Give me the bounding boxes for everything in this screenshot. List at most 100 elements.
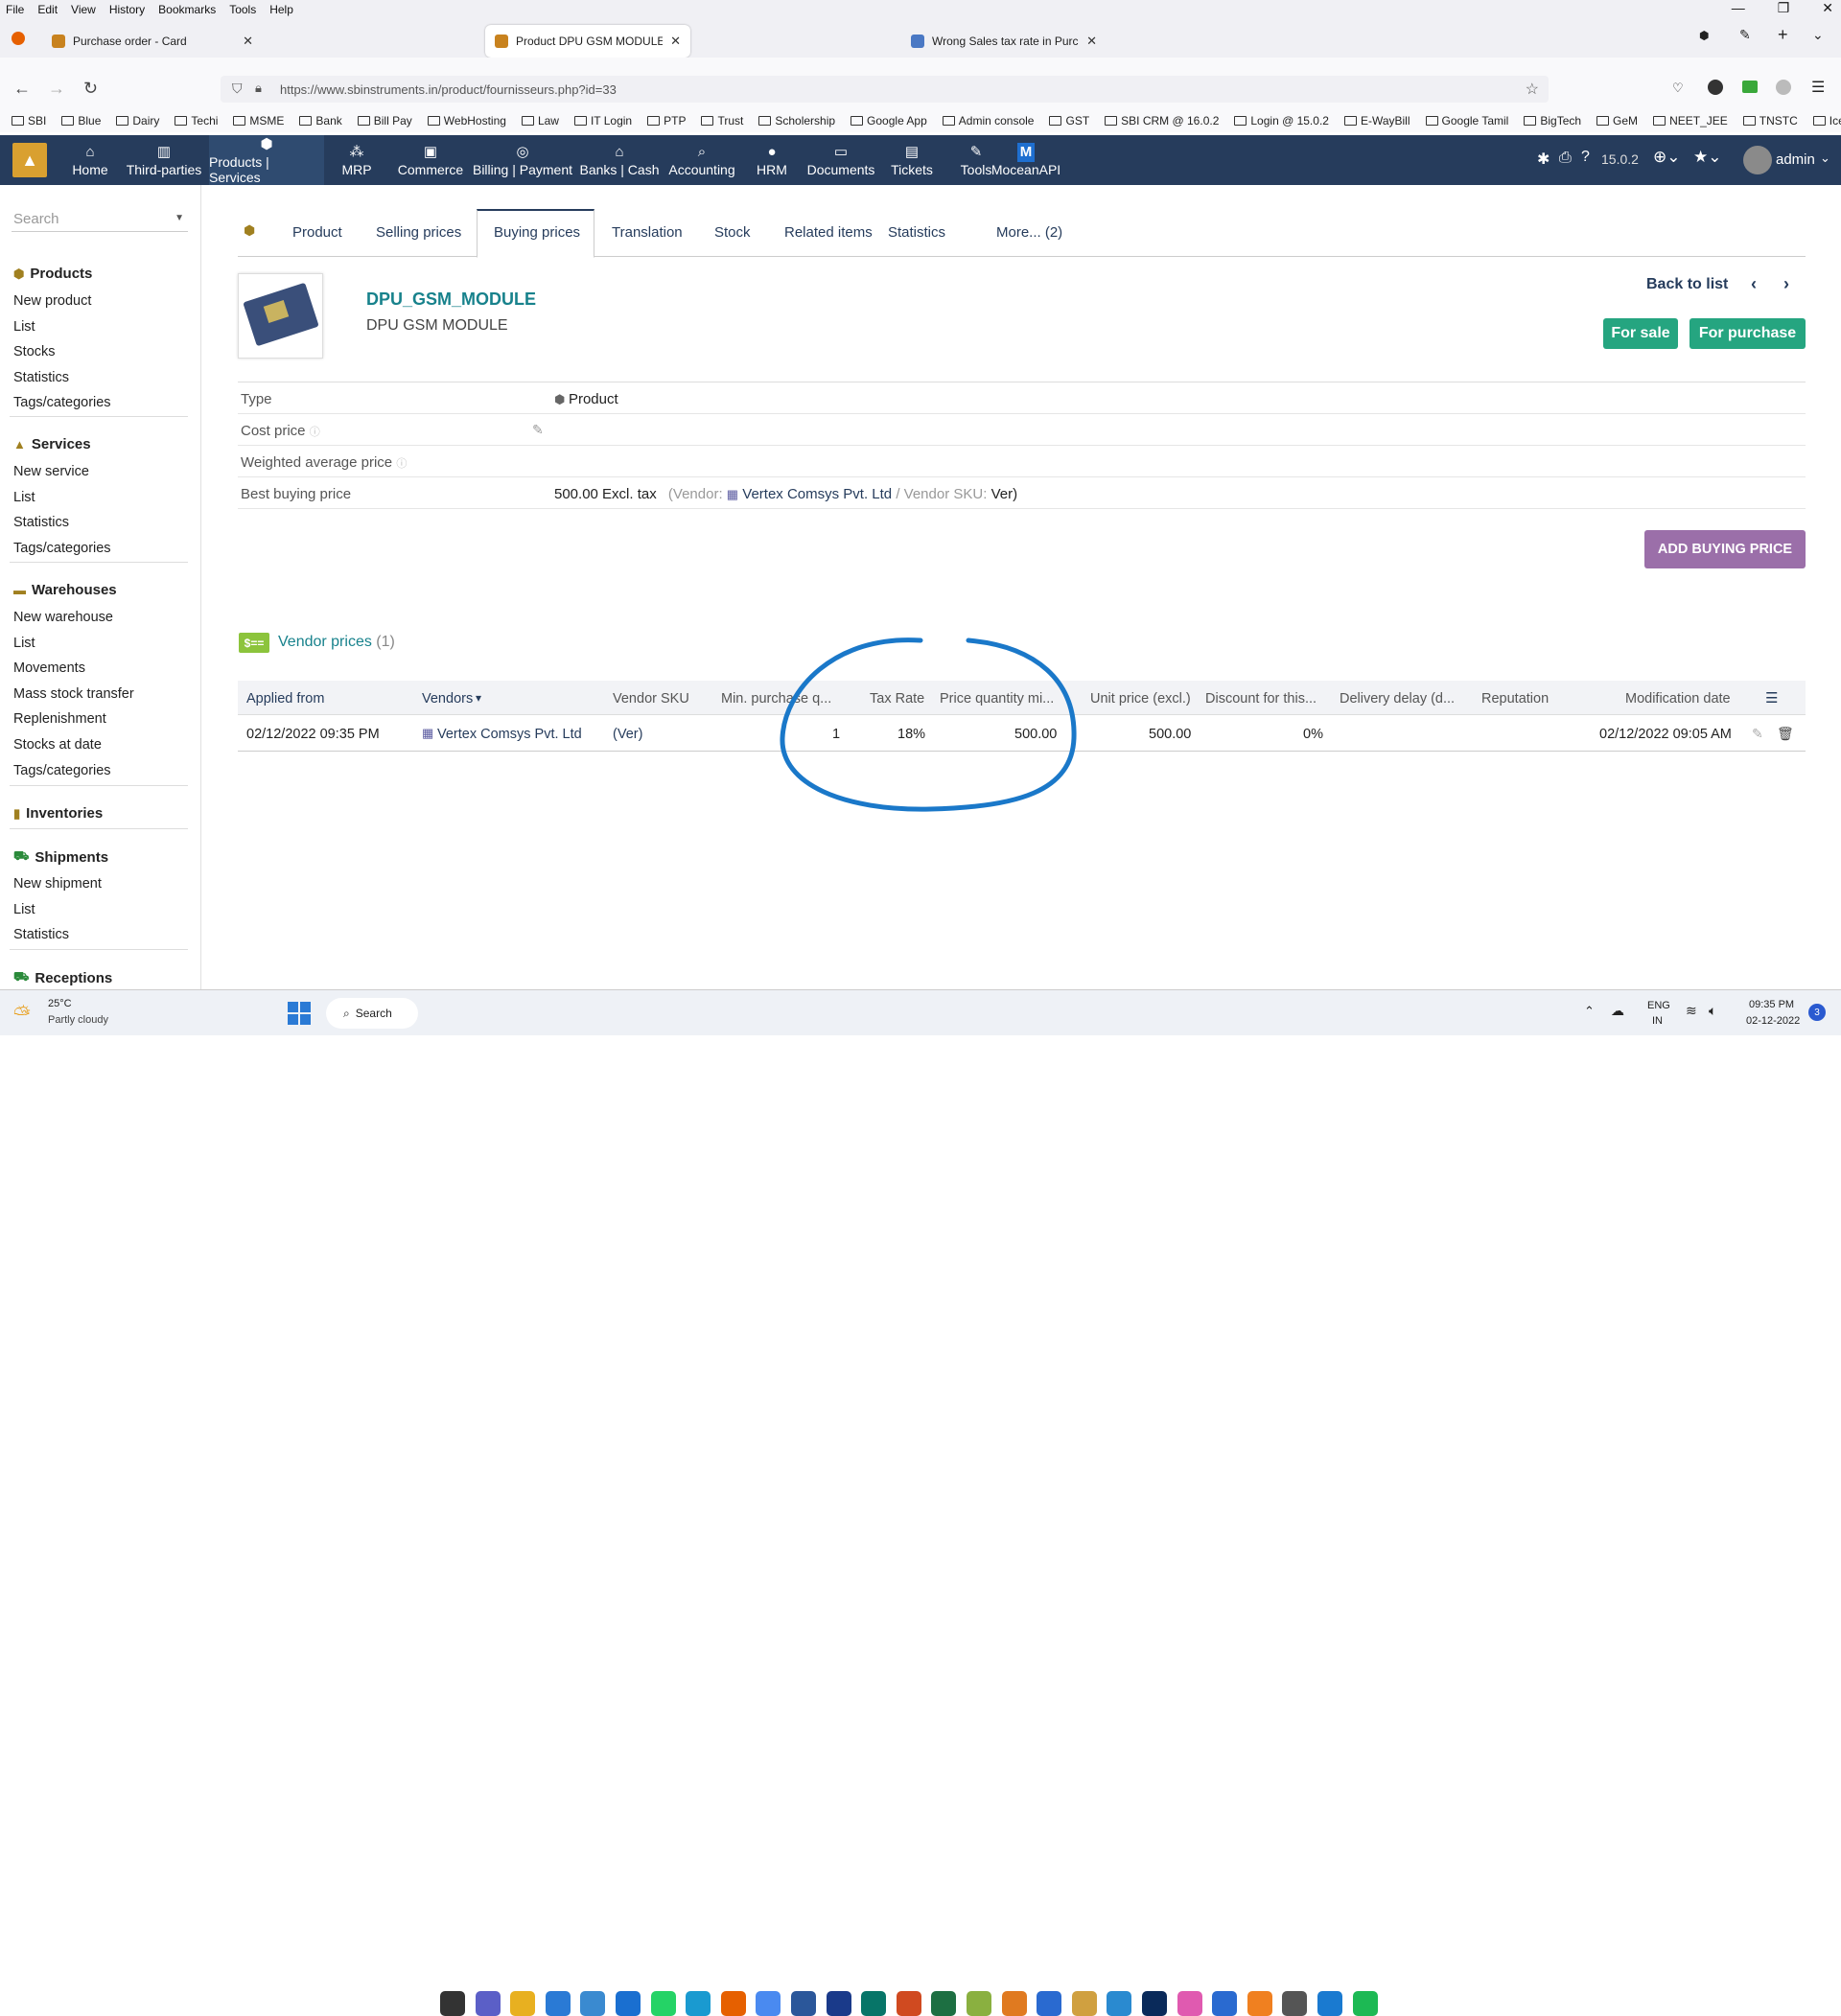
- chevron-up-icon[interactable]: ⌃: [1584, 1004, 1595, 1019]
- sidebar-item[interactable]: New service: [13, 464, 89, 479]
- start-icon[interactable]: [288, 1002, 311, 1025]
- chevron-right-icon[interactable]: ›: [1783, 274, 1789, 294]
- app-icon[interactable]: [580, 1991, 606, 2016]
- file-explorer-icon[interactable]: [510, 1991, 536, 2016]
- sidebar-item[interactable]: Stocks at date: [13, 737, 102, 753]
- print-icon[interactable]: ⎙: [1559, 150, 1572, 167]
- notification-badge[interactable]: 3: [1808, 1004, 1826, 1021]
- quick-add-icon[interactable]: ⊕⌄: [1653, 148, 1681, 167]
- bookmark-item[interactable]: IceGate: [1812, 114, 1841, 127]
- sidebar-item[interactable]: Tags/categories: [13, 541, 111, 556]
- excel-icon[interactable]: [931, 1991, 957, 2016]
- avatar[interactable]: [1743, 146, 1772, 174]
- close-window-icon[interactable]: ✕: [1822, 0, 1833, 16]
- chrome-icon[interactable]: [756, 1991, 781, 2016]
- onedrive-icon[interactable]: ☁︎: [1611, 1003, 1624, 1019]
- sidebar-item[interactable]: Movements: [13, 660, 85, 676]
- todo-icon[interactable]: [1037, 1991, 1062, 2016]
- bookmark-item[interactable]: MSME: [233, 114, 284, 127]
- column-select-icon[interactable]: ☰: [1765, 689, 1778, 707]
- tab-stock[interactable]: Stock: [714, 224, 751, 241]
- bug-icon[interactable]: ✱: [1537, 150, 1550, 169]
- bookmark-item[interactable]: GeM: [1596, 114, 1638, 127]
- app-blue-icon[interactable]: [1107, 1991, 1132, 2016]
- tab-product-dpu[interactable]: Product DPU GSM MODULE - D ✕: [485, 25, 690, 58]
- tab-wrong-sales-tax[interactable]: Wrong Sales tax rate in Purchas ✕: [901, 25, 1107, 58]
- tab-product[interactable]: Product: [292, 224, 342, 241]
- weather-desc[interactable]: Partly cloudy: [48, 1014, 108, 1026]
- sidebar-item[interactable]: List: [13, 902, 35, 917]
- taskbar-search[interactable]: ⌕ Search: [326, 998, 418, 1029]
- sidebar-item[interactable]: New shipment: [13, 876, 102, 892]
- sidebar-item[interactable]: List: [13, 490, 35, 505]
- help-circle-icon[interactable]: [1317, 1991, 1342, 2016]
- bookmark-item[interactable]: SBI CRM @ 16.0.2: [1105, 114, 1219, 127]
- search-input[interactable]: Search ▼: [12, 209, 188, 232]
- edit-pencil-icon[interactable]: ✎: [532, 422, 544, 438]
- edge-icon[interactable]: [686, 1991, 711, 2016]
- firefox-view-icon[interactable]: [12, 32, 25, 45]
- close-tab-icon[interactable]: ✕: [1086, 34, 1097, 49]
- chevron-down-icon[interactable]: ⌄: [1820, 151, 1830, 166]
- tab-related-items[interactable]: Related items: [784, 224, 873, 241]
- bookmark-item[interactable]: Bank: [299, 114, 342, 127]
- menu-moceanapi[interactable]: M MoceanAPI: [968, 135, 1084, 185]
- teams-icon[interactable]: [475, 1991, 501, 2016]
- powerpoint-icon[interactable]: [896, 1991, 921, 2016]
- tab-buying-prices[interactable]: Buying prices: [494, 224, 580, 241]
- sidebar-item[interactable]: Tags/categories: [13, 763, 111, 778]
- back-to-list-link[interactable]: Back to list: [1646, 276, 1728, 293]
- menu-help[interactable]: Help: [269, 3, 293, 16]
- bookmark-item[interactable]: GST: [1049, 114, 1089, 127]
- sidebar-item[interactable]: Statistics: [13, 927, 69, 942]
- pocket-icon[interactable]: ♡: [1672, 81, 1684, 96]
- sidebar-item[interactable]: Stocks: [13, 344, 56, 359]
- volume-icon[interactable]: 🔈︎: [1709, 1003, 1716, 1019]
- restore-icon[interactable]: ❐: [1778, 0, 1790, 16]
- sidebar-item[interactable]: List: [13, 636, 35, 651]
- chevron-down-icon[interactable]: ▼: [175, 213, 184, 223]
- new-tab-icon[interactable]: +: [1778, 25, 1788, 45]
- bookmark-item[interactable]: Scholership: [758, 114, 835, 127]
- bookmark-item[interactable]: Google Tamil: [1425, 114, 1508, 127]
- bookmark-item[interactable]: Blue: [61, 114, 101, 127]
- column-header[interactable]: Unit price (excl.): [1090, 691, 1191, 707]
- sort-down-icon[interactable]: ▾: [476, 691, 481, 705]
- help-icon[interactable]: ?: [1581, 149, 1590, 166]
- column-header[interactable]: Applied from: [246, 691, 324, 707]
- bookmark-item[interactable]: E-WayBill: [1343, 114, 1410, 127]
- word-icon[interactable]: [791, 1991, 816, 2016]
- bookmark-item[interactable]: Login @ 15.0.2: [1234, 114, 1329, 127]
- sidebar-heading-services[interactable]: ▲ Services: [13, 436, 91, 452]
- bookmark-item[interactable]: PTP: [647, 114, 686, 127]
- whatsapp-icon[interactable]: [650, 1991, 676, 2016]
- spotify-icon[interactable]: [1352, 1991, 1378, 2016]
- photoshop-icon[interactable]: [1142, 1991, 1167, 2016]
- bookmark-item[interactable]: WebHosting: [427, 114, 506, 127]
- bookmark-item[interactable]: NEET_JEE: [1653, 114, 1728, 127]
- reload-icon[interactable]: ↻: [83, 79, 98, 99]
- sidebar-heading-shipments[interactable]: ⛟ Shipments: [13, 848, 108, 866]
- delete-trash-icon[interactable]: 🗑︎: [1777, 726, 1794, 742]
- firefox-icon[interactable]: [720, 1991, 746, 2016]
- chevron-left-icon[interactable]: ‹: [1751, 274, 1757, 294]
- extension-gray-icon[interactable]: [1776, 80, 1791, 95]
- sidebar-item[interactable]: Statistics: [13, 370, 69, 385]
- sidebar-item[interactable]: Tags/categories: [13, 395, 111, 410]
- edit-pencil-icon[interactable]: ✎: [1752, 726, 1763, 742]
- tab-translation[interactable]: Translation: [612, 224, 683, 241]
- menu-third-parties[interactable]: ▥ Third-parties: [106, 135, 221, 185]
- store-icon[interactable]: [545, 1991, 571, 2016]
- bookmark-item[interactable]: Admin console: [942, 114, 1034, 127]
- menu-bookmarks[interactable]: Bookmarks: [158, 3, 216, 16]
- tab-list-icon[interactable]: ⬢: [1699, 29, 1709, 42]
- tab-statistics[interactable]: Statistics: [888, 224, 945, 241]
- sidebar-item[interactable]: Mass stock transfer: [13, 686, 134, 702]
- publisher-icon[interactable]: [861, 1991, 887, 2016]
- extension-green-icon[interactable]: [1742, 81, 1758, 93]
- bookmark-star-icon[interactable]: ★⌄: [1693, 148, 1721, 167]
- sidebar-item[interactable]: Statistics: [13, 515, 69, 530]
- column-header[interactable]: Reputation: [1481, 691, 1549, 707]
- close-tab-icon[interactable]: ✕: [243, 34, 253, 49]
- sidebar-item[interactable]: Replenishment: [13, 711, 106, 727]
